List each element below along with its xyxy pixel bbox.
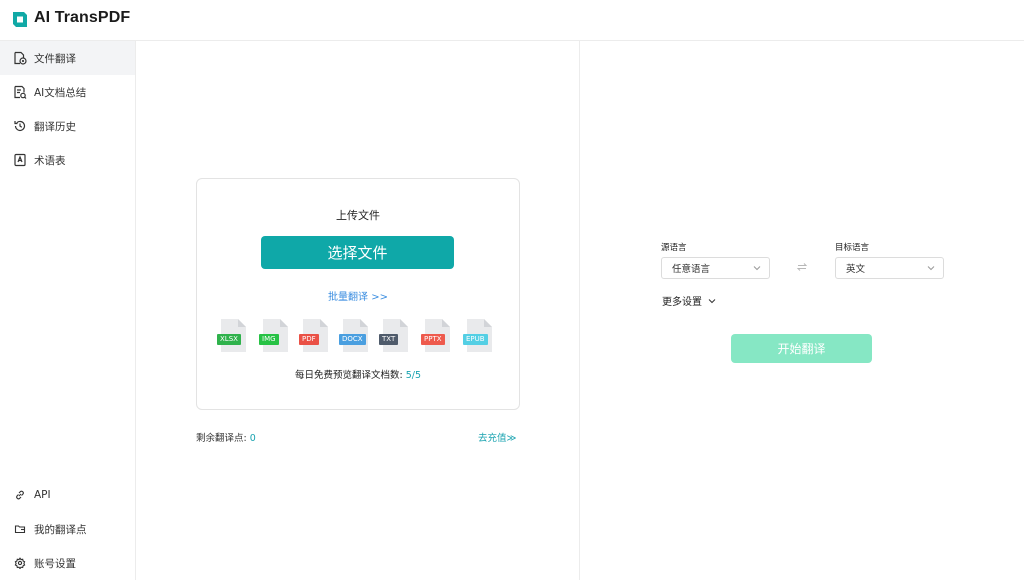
file-type-label: PPTX bbox=[421, 334, 445, 345]
doc-summary-icon bbox=[12, 84, 28, 100]
file-type-label: PDF bbox=[299, 334, 319, 345]
app-logo-icon bbox=[13, 12, 27, 27]
glossary-icon bbox=[12, 152, 28, 168]
remaining-points: 剩余翻译点: 0 bbox=[196, 430, 256, 444]
pptx-file-icon: PPTX bbox=[421, 318, 452, 354]
target-language-select[interactable]: 英文 bbox=[835, 257, 944, 279]
points-value: 0 bbox=[249, 433, 256, 444]
sidebar-item-doc-summary[interactable]: AI文档总结 bbox=[0, 75, 135, 109]
sidebar-item-label: 文件翻译 bbox=[34, 52, 76, 65]
sidebar-item-label: AI文档总结 bbox=[34, 86, 87, 99]
more-settings-label: 更多设置 bbox=[662, 297, 702, 308]
sidebar-item-label: 我的翻译点 bbox=[34, 523, 87, 536]
gear-icon bbox=[12, 555, 28, 571]
history-icon bbox=[12, 118, 28, 134]
file-translate-icon bbox=[12, 50, 28, 66]
sidebar-item-file-translate[interactable]: 文件翻译 bbox=[0, 41, 135, 75]
file-type-label: DOCX bbox=[339, 334, 366, 345]
folder-icon bbox=[12, 521, 28, 537]
chevron-down-icon bbox=[708, 298, 716, 303]
sidebar-item-label: 术语表 bbox=[34, 154, 66, 167]
sidebar-item-label: 账号设置 bbox=[34, 557, 76, 570]
source-language-value: 任意语言 bbox=[672, 264, 711, 275]
img-file-icon: IMG bbox=[259, 318, 290, 354]
more-settings-toggle[interactable]: 更多设置 bbox=[662, 293, 718, 308]
app-title: AI TransPDF bbox=[34, 9, 131, 26]
chevron-down-icon bbox=[753, 266, 761, 271]
swap-languages-icon[interactable] bbox=[796, 261, 808, 273]
recharge-link[interactable]: 去充值≫ bbox=[478, 430, 516, 444]
start-translate-button[interactable]: 开始翻译 bbox=[731, 334, 872, 363]
file-type-label: IMG bbox=[259, 334, 279, 345]
sidebar-item-glossary[interactable]: 术语表 bbox=[0, 143, 135, 177]
chevron-down-icon bbox=[927, 266, 935, 271]
top-bar: AI TransPDF bbox=[0, 0, 1024, 41]
sidebar-item-api[interactable]: API bbox=[0, 478, 135, 512]
daily-quota: 每日免费预览翻译文档数: 5/5 bbox=[197, 367, 519, 381]
sidebar-item-history[interactable]: 翻译历史 bbox=[0, 109, 135, 143]
xlsx-file-icon: XLSX bbox=[217, 318, 248, 354]
quota-label: 每日免费预览翻译文档数: bbox=[294, 370, 403, 381]
batch-translate-link[interactable]: 批量翻译 >> bbox=[197, 288, 519, 303]
sidebar-item-label: 翻译历史 bbox=[34, 120, 76, 133]
source-language-select[interactable]: 任意语言 bbox=[661, 257, 770, 279]
upload-card[interactable]: 上传文件 选择文件 批量翻译 >> XLSX IMG PDF DOCX TXT … bbox=[196, 178, 520, 410]
source-language-label: 源语言 bbox=[661, 243, 687, 253]
choose-file-button[interactable]: 选择文件 bbox=[261, 236, 454, 269]
docx-file-icon: DOCX bbox=[339, 318, 370, 354]
sidebar-item-my-points[interactable]: 我的翻译点 bbox=[0, 512, 135, 546]
upload-panel: 上传文件 选择文件 批量翻译 >> XLSX IMG PDF DOCX TXT … bbox=[136, 41, 580, 580]
sidebar-item-label: API bbox=[34, 489, 51, 501]
txt-file-icon: TXT bbox=[379, 318, 410, 354]
file-type-label: TXT bbox=[379, 334, 399, 345]
link-icon bbox=[12, 487, 28, 503]
upload-title: 上传文件 bbox=[336, 209, 380, 222]
file-type-label: XLSX bbox=[217, 334, 241, 345]
pdf-file-icon: PDF bbox=[299, 318, 330, 354]
file-type-label: EPUB bbox=[463, 334, 488, 345]
translate-settings-panel: 源语言 任意语言 目标语言 英文 更多设置 开始翻译 bbox=[580, 41, 1024, 580]
target-language-label: 目标语言 bbox=[835, 243, 870, 253]
file-type-icons: XLSX IMG PDF DOCX TXT PPTX EPUB bbox=[217, 318, 498, 356]
sidebar: 文件翻译 AI文档总结 翻译历史 术语表 API 我的翻译点 账号设置 bbox=[0, 41, 136, 580]
points-label: 剩余翻译点: bbox=[196, 433, 247, 444]
target-language-value: 英文 bbox=[846, 264, 866, 275]
sidebar-item-account-settings[interactable]: 账号设置 bbox=[0, 546, 135, 580]
quota-value: 5/5 bbox=[405, 370, 422, 381]
epub-file-icon: EPUB bbox=[463, 318, 494, 354]
